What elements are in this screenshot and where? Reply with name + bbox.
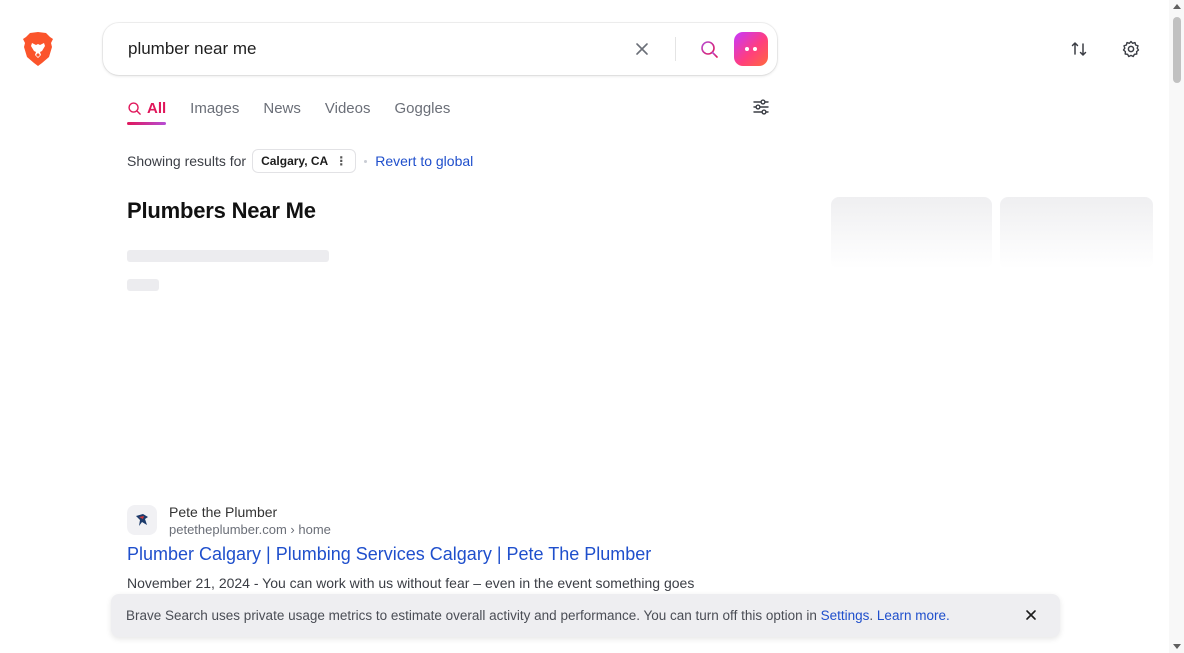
site-favicon-icon: [127, 505, 157, 535]
site-url[interactable]: petetheplumber.com › home: [169, 522, 331, 537]
image-skeleton: [831, 197, 992, 269]
tab-goggles[interactable]: Goggles: [394, 98, 450, 118]
search-icon[interactable]: [698, 38, 720, 60]
location-prefix: Showing results for: [127, 153, 247, 169]
revert-to-global-link[interactable]: Revert to global: [375, 153, 473, 169]
tab-news[interactable]: News: [263, 98, 301, 118]
tab-label: Images: [190, 99, 240, 117]
location-chip[interactable]: Calgary, CA ⋮: [252, 149, 357, 173]
notice-punctuation: .: [869, 608, 877, 623]
tab-label: Goggles: [394, 99, 451, 117]
scroll-up-arrow-icon[interactable]: [1173, 4, 1181, 9]
loading-skeleton: [127, 250, 329, 262]
tab-label: All: [147, 99, 167, 117]
tab-images[interactable]: Images: [190, 98, 239, 118]
result-title-link[interactable]: Plumber Calgary | Plumbing Services Calg…: [127, 544, 651, 565]
tab-label: News: [263, 99, 301, 117]
scroll-down-arrow-icon[interactable]: [1173, 644, 1181, 649]
leo-assistant-icon-dot: [753, 47, 757, 51]
learn-more-link[interactable]: Learn more.: [877, 608, 950, 623]
leo-assistant-button[interactable]: [734, 32, 768, 66]
search-divider: [675, 37, 676, 61]
scroll-thumb[interactable]: [1173, 17, 1181, 83]
leo-assistant-icon: [745, 47, 749, 51]
loading-skeleton: [127, 279, 159, 291]
image-skeleton: [1000, 197, 1153, 269]
settings-link[interactable]: Settings: [821, 608, 870, 623]
close-icon[interactable]: [1024, 608, 1038, 622]
notice-message: Brave Search uses private usage metrics …: [126, 608, 821, 623]
brave-logo-icon[interactable]: [22, 31, 54, 67]
search-bar[interactable]: plumber near me: [103, 23, 777, 75]
more-vertical-icon: ⋮: [335, 154, 348, 168]
scrollbar[interactable]: [1169, 0, 1184, 653]
tab-videos[interactable]: Videos: [325, 98, 371, 118]
sliders-icon[interactable]: [751, 98, 771, 116]
result-snippet: November 21, 2024 - You can work with us…: [127, 575, 695, 591]
sort-arrows-icon[interactable]: [1069, 39, 1089, 59]
search-input[interactable]: plumber near me: [128, 39, 257, 59]
site-name: Pete the Plumber: [169, 504, 278, 520]
site-domain: petetheplumber.com: [169, 522, 287, 537]
section-title: Plumbers Near Me: [127, 198, 316, 223]
dot-separator: [364, 159, 368, 163]
search-icon: [128, 101, 141, 115]
gear-icon[interactable]: [1121, 39, 1141, 59]
usage-metrics-notice: Brave Search uses private usage metrics …: [111, 594, 1060, 637]
tab-label: Videos: [324, 99, 371, 117]
location-name: Calgary, CA: [261, 154, 329, 168]
close-icon[interactable]: [632, 39, 652, 59]
site-path: › home: [290, 522, 331, 537]
search-tabs: All Images News Videos Goggles: [127, 98, 450, 126]
tab-all[interactable]: All: [127, 98, 167, 125]
location-row: Showing results for Calgary, CA ⋮ Revert…: [127, 149, 473, 173]
notice-text: Brave Search uses private usage metrics …: [126, 608, 950, 623]
